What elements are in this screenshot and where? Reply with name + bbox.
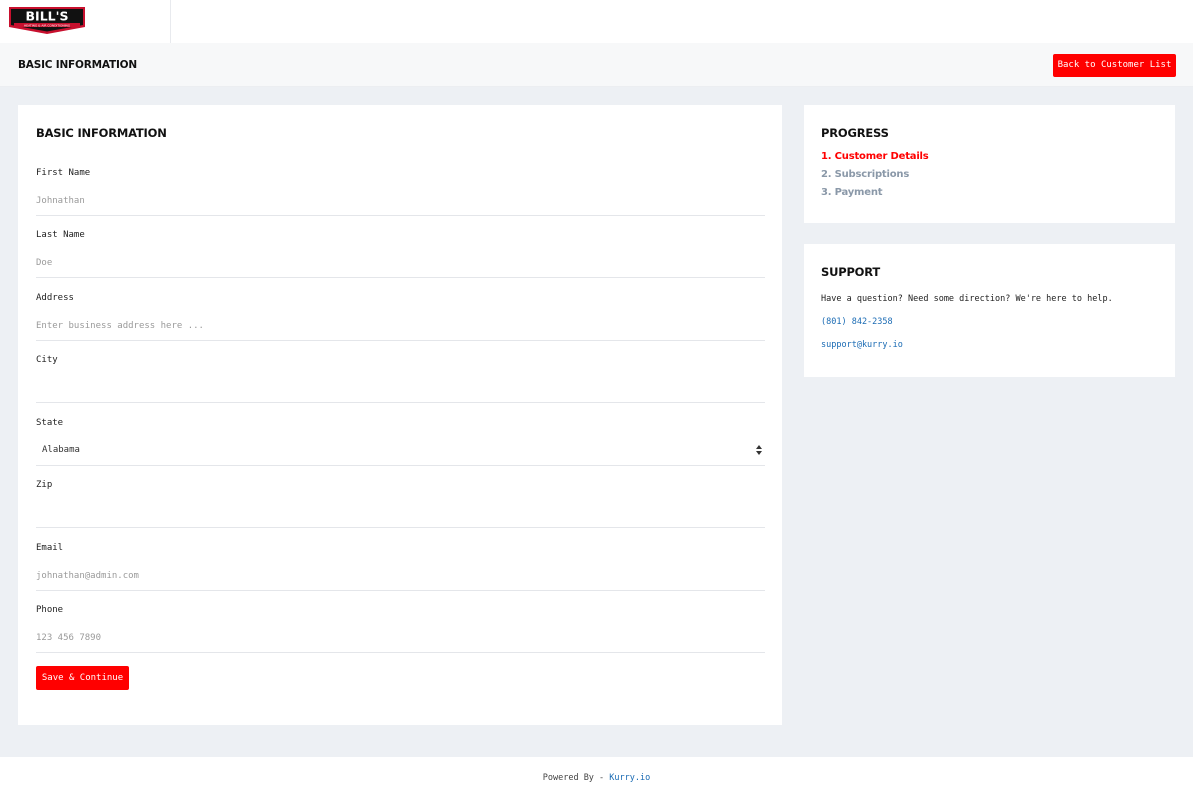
state-select[interactable]: Alabama	[36, 436, 765, 466]
logo-tagline: HEATING & AIR CONDITIONING	[24, 23, 71, 27]
logo-wordmark: BILL'S	[26, 9, 69, 24]
phone-input[interactable]	[36, 623, 765, 653]
zip-input[interactable]	[36, 498, 765, 528]
support-phone-link[interactable]: (801) 842-2358	[821, 317, 893, 327]
phone-label: Phone	[36, 605, 64, 615]
progress-step-payment: 3. Payment	[821, 187, 883, 198]
basic-information-card: BASIC INFORMATION First Name Last Name A…	[18, 105, 782, 725]
top-bar: BILL'S HEATING & AIR CONDITIONING	[0, 0, 1193, 43]
state-field: State Alabama	[36, 418, 765, 481]
footer-text: Powered By - Kurry.io	[0, 773, 1193, 783]
support-title: SUPPORT	[821, 265, 881, 279]
email-field: Email	[36, 543, 765, 606]
address-field: Address	[36, 293, 765, 356]
progress-title: PROGRESS	[821, 126, 889, 140]
bills-logo[interactable]: BILL'S HEATING & AIR CONDITIONING	[7, 6, 87, 35]
support-message: Have a question? Need some direction? We…	[821, 294, 1113, 304]
progress-step-customer-details: 1. Customer Details	[821, 151, 929, 162]
city-label: City	[36, 355, 58, 365]
footer: Powered By - Kurry.io	[0, 757, 1193, 800]
zip-label: Zip	[36, 480, 53, 490]
progress-card: PROGRESS 1. Customer Details 2. Subscrip…	[804, 105, 1175, 223]
email-input[interactable]	[36, 561, 765, 591]
address-input[interactable]	[36, 311, 765, 341]
first-name-input[interactable]	[36, 186, 765, 216]
state-select-value: Alabama	[42, 445, 80, 455]
first-name-field: First Name	[36, 168, 765, 231]
save-continue-button[interactable]: Save & Continue	[36, 666, 129, 690]
logo-cell: BILL'S HEATING & AIR CONDITIONING	[0, 0, 171, 43]
kurry-link[interactable]: Kurry.io	[609, 773, 650, 783]
back-to-customer-list-button[interactable]: Back to Customer List	[1053, 54, 1176, 77]
progress-step-subscriptions: 2. Subscriptions	[821, 169, 910, 180]
form-title: BASIC INFORMATION	[36, 126, 167, 140]
last-name-label: Last Name	[36, 230, 85, 240]
support-email-link[interactable]: support@kurry.io	[821, 340, 903, 350]
support-card: SUPPORT Have a question? Need some direc…	[804, 244, 1175, 377]
city-field: City	[36, 355, 765, 418]
footer-prefix: Powered By -	[542, 773, 610, 783]
first-name-label: First Name	[36, 168, 91, 178]
last-name-field: Last Name	[36, 230, 765, 293]
zip-field: Zip	[36, 480, 765, 543]
last-name-input[interactable]	[36, 248, 765, 278]
phone-field: Phone	[36, 605, 765, 668]
state-label: State	[36, 418, 64, 428]
page-title: BASIC INFORMATION	[18, 59, 137, 71]
page-header: BASIC INFORMATION	[0, 43, 1193, 87]
email-label: Email	[36, 543, 64, 553]
city-input[interactable]	[36, 373, 765, 403]
select-arrows-icon	[756, 445, 762, 455]
address-label: Address	[36, 293, 74, 303]
